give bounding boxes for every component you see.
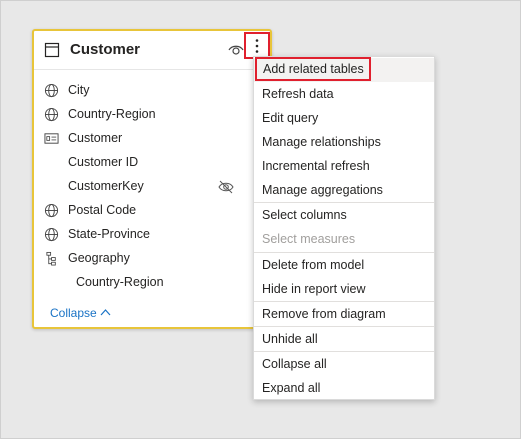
- eye-icon[interactable]: [228, 43, 244, 57]
- field-city[interactable]: City: [34, 80, 270, 102]
- field-state-province[interactable]: State-Province: [34, 224, 270, 246]
- chevron-up-icon: [100, 309, 111, 316]
- menu-item-hide-in-report-view[interactable]: Hide in report view: [254, 277, 434, 301]
- menu-item-manage-aggregations[interactable]: Manage aggregations: [254, 178, 434, 202]
- table-card-customer[interactable]: Customer City Country-Region Customer Cu…: [32, 29, 272, 329]
- menu-item-remove-from-diagram[interactable]: Remove from diagram: [254, 302, 434, 326]
- field-label: Country-Region: [68, 107, 156, 121]
- menu-item-edit-query[interactable]: Edit query: [254, 106, 434, 130]
- field-label: Customer ID: [68, 155, 139, 169]
- field-customerkey[interactable]: CustomerKey: [34, 176, 270, 198]
- menu-item-collapse-all[interactable]: Collapse all: [254, 352, 434, 376]
- more-vertical-icon: [255, 39, 259, 53]
- table-icon: [44, 42, 60, 58]
- field-geography-country-region[interactable]: Country-Region: [34, 272, 270, 294]
- hierarchy-icon: [46, 251, 56, 266]
- field-label: Country-Region: [76, 275, 164, 289]
- menu-item-delete-from-model[interactable]: Delete from model: [254, 253, 434, 277]
- field-label: City: [68, 83, 90, 97]
- menu-item-unhide-all[interactable]: Unhide all: [254, 327, 434, 351]
- field-label: Customer: [68, 131, 123, 145]
- field-label: Postal Code: [68, 203, 137, 217]
- field-country-region[interactable]: Country-Region: [34, 104, 270, 126]
- globe-icon: [44, 83, 59, 98]
- field-label: State-Province: [68, 227, 150, 241]
- menu-item-select-measures: Select measures: [262, 232, 356, 246]
- collapse-label: Collapse: [50, 306, 97, 320]
- more-options-button[interactable]: [244, 32, 270, 59]
- field-postal-code[interactable]: Postal Code: [34, 200, 270, 222]
- card-header: Customer: [34, 31, 270, 70]
- field-customer[interactable]: Customer: [34, 128, 270, 150]
- menu-item-add-related-tables[interactable]: Add related tables: [255, 57, 371, 81]
- menu-item-manage-relationships[interactable]: Manage relationships: [254, 130, 434, 154]
- hidden-eye-icon: [218, 180, 234, 194]
- field-label: Geography: [68, 251, 130, 265]
- menu-item-incremental-refresh[interactable]: Incremental refresh: [254, 154, 434, 178]
- field-label: CustomerKey: [68, 179, 144, 193]
- globe-icon: [44, 227, 59, 242]
- globe-icon: [44, 107, 59, 122]
- field-customer-id[interactable]: Customer ID: [34, 152, 270, 174]
- field-geography[interactable]: Geography: [34, 248, 270, 270]
- menu-item-refresh-data[interactable]: Refresh data: [254, 82, 434, 106]
- collapse-link[interactable]: Collapse: [50, 306, 111, 320]
- card-title: Customer: [70, 41, 141, 58]
- context-menu: Add related tables Refresh data Edit que…: [253, 56, 435, 400]
- globe-icon: [44, 203, 59, 218]
- id-card-icon: [44, 133, 59, 144]
- menu-item-expand-all[interactable]: Expand all: [254, 376, 434, 400]
- menu-item-select-columns[interactable]: Select columns: [254, 203, 434, 227]
